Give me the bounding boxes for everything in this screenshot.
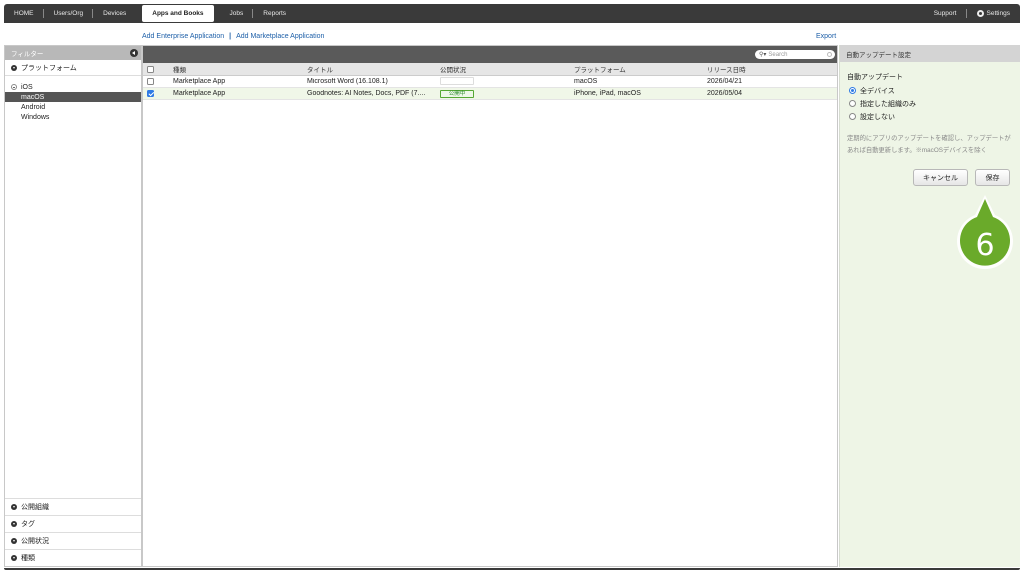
window-bottom-border bbox=[4, 568, 1020, 570]
chevron-down-icon bbox=[11, 538, 17, 544]
filter-section-type[interactable]: 種類 bbox=[5, 549, 141, 566]
filter-section-organization[interactable]: 公開組織 bbox=[5, 498, 141, 515]
search-placeholder: Search bbox=[768, 51, 788, 58]
section-label: タグ bbox=[21, 521, 35, 528]
platform-label: プラットフォーム bbox=[21, 64, 77, 72]
action-links: Add Enterprise Application | Add Marketp… bbox=[142, 33, 324, 40]
chevron-down-icon bbox=[11, 504, 17, 510]
cell-platform: macOS bbox=[574, 78, 598, 85]
radio-specified-org[interactable]: 指定した組織のみ bbox=[849, 99, 1020, 108]
radio-label: 設定しない bbox=[860, 113, 895, 121]
filter-title: フィルター bbox=[11, 51, 44, 58]
radio-button[interactable] bbox=[849, 113, 856, 120]
chevron-down-icon bbox=[11, 555, 17, 561]
chevron-down-icon bbox=[11, 521, 17, 527]
column-platform[interactable]: プラットフォーム bbox=[574, 64, 707, 74]
column-release[interactable]: リリース日時 bbox=[707, 64, 827, 74]
radio-not-set[interactable]: 設定しない bbox=[849, 112, 1020, 121]
settings-label: Settings bbox=[986, 10, 1011, 17]
tree-item-windows[interactable]: Windows bbox=[5, 112, 141, 122]
radio-button[interactable] bbox=[849, 100, 856, 107]
panel-title: 自動アップデート bbox=[847, 74, 903, 81]
section-label: 公開組織 bbox=[21, 504, 49, 511]
radio-label: 指定した組織のみ bbox=[860, 100, 916, 108]
tree-item-ios[interactable]: iOS bbox=[5, 82, 141, 92]
link-separator: | bbox=[229, 33, 232, 40]
cell-type: Marketplace App bbox=[173, 78, 226, 85]
clear-icon[interactable] bbox=[827, 52, 832, 57]
section-label: 種類 bbox=[21, 555, 35, 562]
tree-item-android[interactable]: Android bbox=[5, 102, 141, 112]
nav-support[interactable]: Support bbox=[924, 4, 967, 23]
panel-header: 自動アップデート設定 bbox=[840, 45, 1020, 62]
tree-item-macos[interactable]: macOS bbox=[5, 92, 141, 102]
nav-users-org[interactable]: Users/Org bbox=[44, 4, 94, 23]
column-title[interactable]: タイトル bbox=[307, 64, 440, 74]
cell-type: Marketplace App bbox=[173, 90, 226, 97]
nav-devices[interactable]: Devices bbox=[93, 4, 136, 23]
nav-jobs[interactable]: Jobs bbox=[220, 4, 254, 23]
radio-all-devices[interactable]: 全デバイス bbox=[849, 86, 1020, 95]
cell-release: 2026/04/21 bbox=[707, 78, 743, 85]
save-button[interactable]: 保存 bbox=[975, 169, 1010, 186]
radio-button[interactable] bbox=[849, 87, 856, 94]
panel-description: 定期的にアプリのアップデートを確認し、アップデートがあれば自動更新します。※ma… bbox=[847, 135, 1011, 154]
chevron-down-icon bbox=[11, 64, 17, 71]
callout-number: 6 bbox=[975, 227, 995, 263]
top-navigation: HOME Users/Org Devices Apps and Books Jo… bbox=[4, 4, 1020, 23]
cancel-button[interactable]: キャンセル bbox=[913, 169, 968, 186]
table-header: 種類 タイトル 公開状況 プラットフォーム リリース日時 bbox=[143, 63, 837, 76]
radio-label: 全デバイス bbox=[860, 87, 895, 95]
expand-icon[interactable] bbox=[11, 84, 17, 90]
filter-header: フィルター bbox=[5, 46, 141, 60]
cell-title: Goodnotes: AI Notes, Docs, PDF (7.... bbox=[307, 90, 426, 97]
filter-section-tag[interactable]: タグ bbox=[5, 515, 141, 532]
row-checkbox[interactable] bbox=[147, 90, 154, 97]
nav-reports[interactable]: Reports bbox=[253, 4, 296, 23]
nav-apps-and-books[interactable]: Apps and Books bbox=[142, 5, 214, 22]
platform-tree: iOS macOS Android Windows bbox=[5, 76, 141, 122]
nav-settings[interactable]: Settings bbox=[967, 4, 1021, 23]
status-badge bbox=[440, 76, 474, 85]
filter-section-platform[interactable]: プラットフォーム bbox=[5, 60, 141, 76]
table-row[interactable]: Marketplace App Microsoft Word (16.108.1… bbox=[143, 76, 837, 88]
search-input[interactable]: ⚲▾ Search bbox=[755, 50, 835, 59]
cell-release: 2026/05/04 bbox=[707, 90, 743, 97]
table-row[interactable]: Marketplace App Goodnotes: AI Notes, Doc… bbox=[143, 88, 837, 100]
column-type[interactable]: 種類 bbox=[173, 64, 307, 74]
column-status[interactable]: 公開状況 bbox=[440, 64, 574, 74]
section-label: 公開状況 bbox=[21, 538, 49, 545]
filter-panel: フィルター プラットフォーム iOS macOS Android Windows… bbox=[4, 45, 142, 567]
gear-icon bbox=[976, 10, 984, 17]
status-badge: 公開中 bbox=[440, 89, 474, 98]
app-list: ⚲▾ Search 種類 タイトル 公開状況 プラットフォーム リリース日時 M… bbox=[142, 45, 838, 567]
panel-buttons: キャンセル 保存 bbox=[913, 169, 1010, 186]
cell-title: Microsoft Word (16.108.1) bbox=[307, 78, 388, 85]
nav-home[interactable]: HOME bbox=[4, 4, 44, 23]
row-checkbox[interactable] bbox=[147, 78, 154, 85]
cell-platform: iPhone, iPad, macOS bbox=[574, 90, 641, 97]
filter-bottom-sections: 公開組織 タグ 公開状況 種類 bbox=[5, 498, 141, 566]
export-link[interactable]: Export bbox=[816, 33, 836, 40]
collapse-left-icon[interactable] bbox=[130, 49, 138, 57]
tree-item-label: iOS bbox=[21, 83, 33, 91]
filter-section-status[interactable]: 公開状況 bbox=[5, 532, 141, 549]
search-icon: ⚲▾ bbox=[759, 52, 767, 58]
add-marketplace-application-link[interactable]: Add Marketplace Application bbox=[236, 33, 324, 40]
auto-update-panel: 自動アップデート設定 自動アップデート 全デバイス 指定した組織のみ 設定しない… bbox=[839, 45, 1020, 567]
add-enterprise-application-link[interactable]: Add Enterprise Application bbox=[142, 33, 224, 40]
step-callout: 6 bbox=[948, 193, 1022, 283]
table-toolbar: ⚲▾ Search bbox=[143, 46, 837, 63]
select-all-checkbox[interactable] bbox=[147, 65, 154, 73]
